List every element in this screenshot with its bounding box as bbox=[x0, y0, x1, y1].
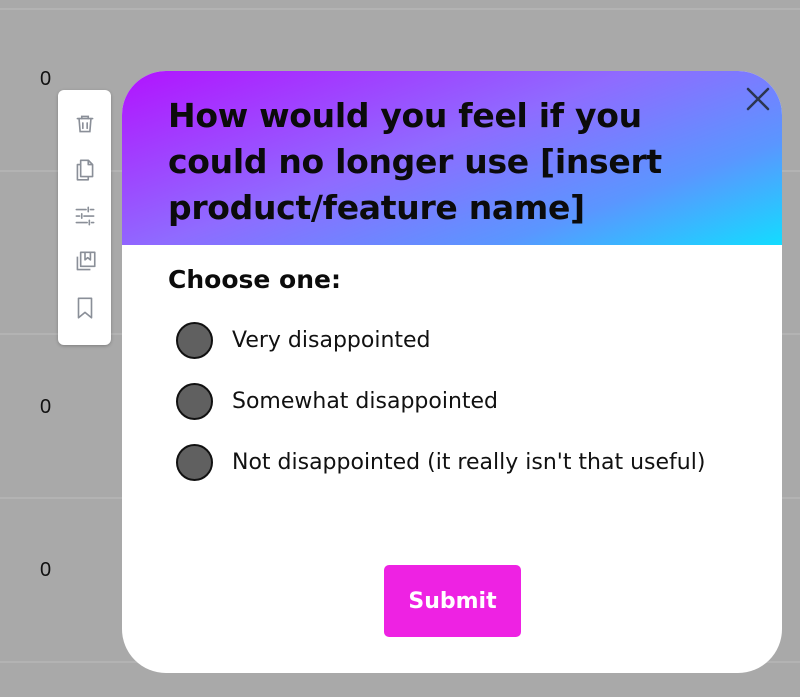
sliders-icon[interactable] bbox=[69, 200, 101, 232]
element-toolbar bbox=[58, 90, 111, 345]
submit-button[interactable]: Submit bbox=[384, 565, 521, 637]
option-very-disappointed[interactable]: Very disappointed bbox=[176, 321, 431, 359]
survey-modal: How would you feel if you could no longe… bbox=[122, 71, 782, 673]
row-value: 0 bbox=[40, 396, 52, 418]
radio-button[interactable] bbox=[176, 382, 213, 420]
option-somewhat-disappointed[interactable]: Somewhat disappointed bbox=[176, 382, 498, 420]
radio-button[interactable] bbox=[176, 443, 213, 481]
trash-icon[interactable] bbox=[69, 108, 101, 140]
close-button[interactable] bbox=[740, 81, 776, 117]
choose-label: Choose one: bbox=[168, 265, 341, 294]
row-value: 0 bbox=[40, 559, 52, 581]
bookmark-icon[interactable] bbox=[69, 292, 101, 324]
option-label: Somewhat disappointed bbox=[232, 388, 499, 414]
option-label: Not disappointed (it really isn't that u… bbox=[232, 449, 706, 475]
row-value: 0 bbox=[40, 68, 52, 90]
background-divider bbox=[0, 8, 800, 10]
close-icon bbox=[746, 87, 770, 111]
library-icon[interactable] bbox=[69, 246, 101, 278]
modal-title: How would you feel if you could no longe… bbox=[168, 96, 662, 227]
option-not-disappointed[interactable]: Not disappointed (it really isn't that u… bbox=[176, 443, 705, 481]
radio-button[interactable] bbox=[176, 321, 213, 359]
copy-icon[interactable] bbox=[69, 154, 101, 186]
option-label: Very disappointed bbox=[232, 327, 431, 353]
